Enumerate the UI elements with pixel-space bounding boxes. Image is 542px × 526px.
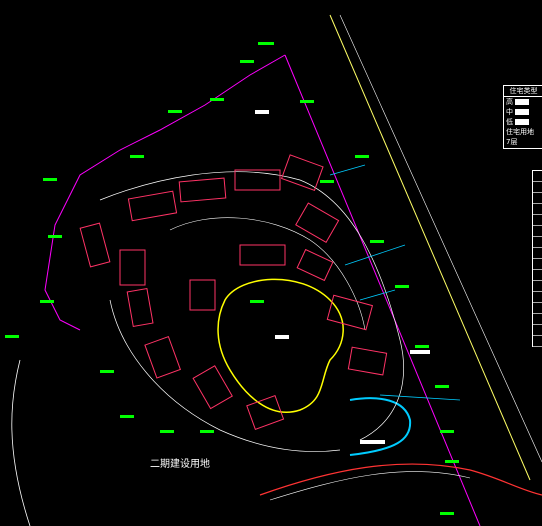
annotation-tag	[300, 100, 314, 103]
table-row	[533, 237, 542, 248]
annotation-tag	[435, 385, 449, 388]
annotation-tag	[40, 300, 54, 303]
site-plan-drawing	[5, 14, 542, 526]
annotation-tag	[160, 430, 174, 433]
building-block	[144, 335, 182, 379]
annotation-tag	[120, 415, 134, 418]
annotation-tag	[48, 235, 62, 238]
annotation-tag	[168, 110, 182, 113]
building-block	[119, 249, 146, 286]
table-row	[533, 171, 542, 182]
annotation-tag	[258, 42, 274, 45]
legend-row-label: 高	[506, 98, 513, 106]
legend-swatch	[515, 119, 529, 125]
legend-swatch	[515, 99, 529, 105]
side-schedule-table	[532, 170, 542, 347]
table-row	[533, 281, 542, 292]
table-row	[533, 336, 542, 347]
legend-row: 住宅用地	[504, 127, 542, 137]
legend-title: 住宅类型	[504, 86, 542, 97]
central-lake	[217, 278, 344, 413]
cad-site-plan-canvas: 住宅类型 高 中 低 住宅用地 7层 二期建设用地	[0, 0, 542, 526]
ring-road-inner	[169, 217, 366, 331]
building-block	[192, 365, 233, 410]
building-block	[126, 287, 154, 328]
table-row	[533, 270, 542, 281]
annotation-tag	[200, 430, 214, 433]
building-block	[295, 202, 340, 243]
leader-line	[344, 244, 406, 266]
table-row	[533, 314, 542, 325]
annotation-tag	[440, 512, 454, 515]
label-box	[255, 110, 269, 114]
highway-edge-2	[339, 14, 542, 463]
legend-row-label: 中	[506, 108, 513, 116]
building-block	[239, 244, 286, 266]
annotation-tag	[250, 300, 264, 303]
phase-two-land-label: 二期建设用地	[150, 459, 210, 470]
annotation-tag	[43, 178, 57, 181]
building-block	[234, 169, 281, 191]
building-block	[189, 279, 216, 311]
annotation-tag	[100, 370, 114, 373]
building-block	[178, 177, 227, 203]
annotation-tag	[130, 155, 144, 158]
table-row	[533, 248, 542, 259]
table-row	[533, 182, 542, 193]
annotation-tag	[370, 240, 384, 243]
legend-row-label: 低	[506, 118, 513, 126]
legend-row-label: 7层	[506, 138, 518, 146]
building-block	[246, 394, 285, 430]
building-block	[326, 294, 374, 331]
leader-line	[329, 164, 366, 176]
label-box	[275, 335, 289, 339]
label-box	[360, 440, 385, 444]
table-row	[533, 303, 542, 314]
legend-row: 低	[504, 117, 542, 127]
building-block	[296, 248, 334, 282]
site-boundary-east	[284, 54, 481, 526]
label-boxes	[255, 110, 430, 444]
annotation-tags	[5, 42, 459, 515]
legend-row: 7层	[504, 137, 542, 147]
annotation-tag	[395, 285, 409, 288]
table-row	[533, 292, 542, 303]
bottom-road-edge	[269, 471, 471, 501]
building-block	[79, 222, 111, 268]
annotation-tag	[415, 345, 429, 348]
leader-line	[359, 289, 396, 301]
ring-road-south	[109, 299, 341, 452]
label-box	[410, 350, 430, 354]
legend-row-label: 住宅用地	[506, 128, 534, 136]
annotation-tag	[440, 430, 454, 433]
building-block	[127, 190, 178, 222]
legend-row: 中	[504, 107, 542, 117]
housing-type-legend: 住宅类型 高 中 低 住宅用地 7层	[503, 85, 542, 149]
building-block	[347, 346, 388, 376]
building-block	[280, 154, 324, 192]
table-row	[533, 226, 542, 237]
legend-swatch	[515, 109, 529, 115]
annotation-tag	[445, 460, 459, 463]
building-blocks	[79, 154, 388, 430]
legend-row: 高	[504, 97, 542, 107]
table-row	[533, 215, 542, 226]
table-row	[533, 325, 542, 336]
leader-line	[379, 394, 461, 401]
table-row	[533, 204, 542, 215]
annotation-tag	[355, 155, 369, 158]
annotation-tag	[240, 60, 254, 63]
table-row	[533, 259, 542, 270]
annotation-tag	[320, 180, 334, 183]
terrain-curve	[11, 359, 31, 526]
annotation-tag	[210, 98, 224, 101]
table-row	[533, 193, 542, 204]
annotation-tag	[5, 335, 19, 338]
highway-edge-1	[329, 14, 531, 481]
